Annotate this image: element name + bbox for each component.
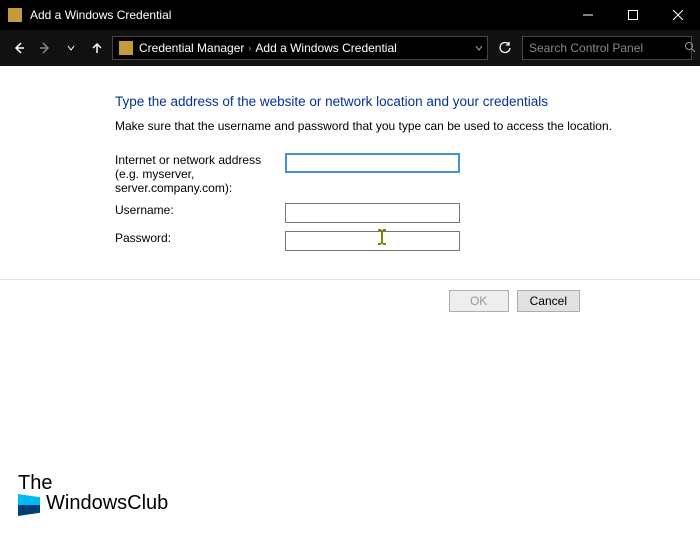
watermark: The WindowsClub (18, 473, 168, 516)
page-instruction: Make sure that the username and password… (115, 119, 660, 133)
window-title: Add a Windows Credential (30, 8, 565, 22)
titlebar: Add a Windows Credential (0, 0, 700, 30)
password-label: Password: (115, 231, 285, 245)
password-input[interactable] (285, 231, 460, 251)
breadcrumb-item[interactable]: Add a Windows Credential (255, 41, 396, 55)
cancel-button[interactable]: Cancel (517, 290, 580, 312)
watermark-line1: The (18, 473, 168, 493)
form-row-password: Password: (115, 231, 660, 251)
window: Add a Windows Credential Cre (0, 0, 700, 534)
page-heading: Type the address of the website or netwo… (115, 94, 660, 109)
form-row-address: Internet or network address (e.g. myserv… (115, 153, 660, 195)
close-button[interactable] (655, 0, 700, 30)
maximize-button[interactable] (610, 0, 655, 30)
search-input[interactable] (529, 41, 684, 55)
up-button[interactable] (86, 37, 108, 59)
address-bar[interactable]: Credential Manager › Add a Windows Crede… (112, 36, 488, 60)
content-area: Type the address of the website or netwo… (0, 66, 700, 534)
folder-icon (119, 41, 133, 55)
ok-button[interactable]: OK (449, 290, 509, 312)
watermark-logo-icon (18, 494, 40, 516)
app-icon (8, 8, 22, 22)
search-box[interactable] (522, 36, 692, 60)
address-input[interactable] (285, 153, 460, 173)
navbar: Credential Manager › Add a Windows Crede… (0, 30, 700, 66)
search-icon[interactable] (684, 41, 696, 56)
form-row-username: Username: (115, 203, 660, 223)
refresh-button[interactable] (492, 36, 518, 60)
back-button[interactable] (8, 37, 30, 59)
username-label: Username: (115, 203, 285, 217)
minimize-button[interactable] (565, 0, 610, 30)
window-controls (565, 0, 700, 30)
address-label: Internet or network address (e.g. myserv… (115, 153, 285, 195)
recent-dropdown[interactable] (60, 37, 82, 59)
chevron-right-icon: › (248, 43, 251, 53)
dialog-buttons: OK Cancel (0, 280, 700, 312)
breadcrumb-item[interactable]: Credential Manager (139, 41, 244, 55)
watermark-line2: WindowsClub (46, 492, 168, 514)
username-input[interactable] (285, 203, 460, 223)
forward-button[interactable] (34, 37, 56, 59)
chevron-down-icon[interactable] (475, 44, 483, 52)
